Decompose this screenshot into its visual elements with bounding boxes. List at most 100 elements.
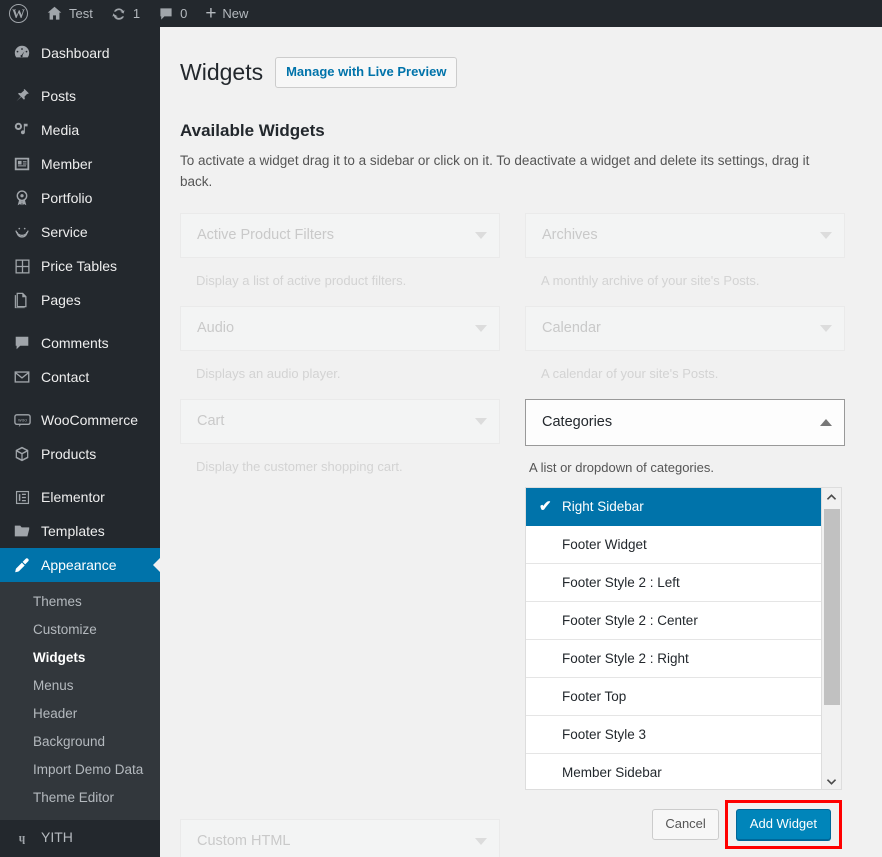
sidebar-item-price-tables[interactable]: Price Tables <box>0 249 160 283</box>
new-content-menu[interactable]: + New <box>196 0 257 27</box>
sidebar-item-comments[interactable]: Comments <box>0 326 160 360</box>
sidebar-item-portfolio[interactable]: Portfolio <box>0 181 160 215</box>
sidebar-item-pages[interactable]: Pages <box>0 283 160 317</box>
sidebar-option-footer-style-2-left[interactable]: Footer Style 2 : Left <box>526 564 822 602</box>
widget-active-product-filters[interactable]: Active Product Filters Display a list of… <box>180 213 500 306</box>
site-name-menu[interactable]: Test <box>37 0 102 27</box>
updates-menu[interactable]: 1 <box>102 0 149 27</box>
menu-spacer <box>0 317 160 326</box>
submenu-item-customize[interactable]: Customize <box>0 616 160 644</box>
widget-cart[interactable]: Cart Display the customer shopping cart. <box>180 399 500 492</box>
widget-header[interactable]: Active Product Filters <box>180 213 500 258</box>
sidebar-item-label: Elementor <box>41 490 105 504</box>
widget-audio[interactable]: Audio Displays an audio player. <box>180 306 500 399</box>
widget-header[interactable]: Calendar <box>525 306 845 351</box>
widget-calendar[interactable]: Calendar A calendar of your site's Posts… <box>525 306 845 399</box>
sidebar-item-label: Member <box>41 157 92 171</box>
widget-header[interactable]: Categories <box>525 399 845 446</box>
sidebar-option-label: Right Sidebar <box>562 500 644 514</box>
sidebar-option-footer-style-2-center[interactable]: Footer Style 2 : Center <box>526 602 822 640</box>
admin-sidebar-menu: Dashboard Posts Media Member Portfolio S… <box>0 27 160 857</box>
widget-description: Display a list of active product filters… <box>180 258 500 306</box>
sidebar-item-templates[interactable]: Templates <box>0 514 160 548</box>
submenu-item-menus[interactable]: Menus <box>0 672 160 700</box>
menu-spacer <box>0 471 160 480</box>
manage-with-live-preview-button[interactable]: Manage with Live Preview <box>275 57 457 88</box>
add-widget-button[interactable]: Add Widget <box>736 809 831 840</box>
submenu-item-theme-editor[interactable]: Theme Editor <box>0 784 160 812</box>
updates-count: 1 <box>133 6 140 21</box>
sidebar-item-label: Service <box>41 225 88 239</box>
scrollbar-thumb[interactable] <box>824 509 840 705</box>
widget-title: Archives <box>542 228 820 243</box>
widget-header[interactable]: Custom HTML <box>180 819 500 857</box>
sidebar-option-footer-style-2-right[interactable]: Footer Style 2 : Right <box>526 640 822 678</box>
widget-title: Categories <box>542 415 820 430</box>
pin-icon <box>12 86 32 106</box>
sidebar-option-footer-widget[interactable]: Footer Widget <box>526 526 822 564</box>
home-icon <box>46 5 63 22</box>
widget-header[interactable]: Audio <box>180 306 500 351</box>
widget-header[interactable]: Cart <box>180 399 500 444</box>
widget-header[interactable]: Archives <box>525 213 845 258</box>
folder-icon <box>12 521 32 541</box>
widget-categories[interactable]: Categories A list or dropdown of categor… <box>525 399 845 849</box>
widget-title: Audio <box>197 321 475 336</box>
sidebar-item-label: Posts <box>41 89 76 103</box>
widget-archives[interactable]: Archives A monthly archive of your site'… <box>525 213 845 306</box>
sidebar-item-label: Price Tables <box>41 259 117 273</box>
sidebar-option-footer-top[interactable]: Footer Top <box>526 678 822 716</box>
widget-title: Cart <box>197 414 475 429</box>
sidebar-select-list[interactable]: ✔ Right Sidebar Footer Widget Footer Sty… <box>525 487 842 790</box>
widget-description: Displays an audio player. <box>180 351 500 399</box>
sidebar-item-appearance[interactable]: Appearance <box>0 548 160 582</box>
sidebar-item-member[interactable]: Member <box>0 147 160 181</box>
wordpress-logo-icon: W <box>9 4 28 23</box>
comments-count: 0 <box>180 6 187 21</box>
sidebar-item-contact[interactable]: Contact <box>0 360 160 394</box>
submenu-item-themes[interactable]: Themes <box>0 588 160 616</box>
submenu-item-header[interactable]: Header <box>0 700 160 728</box>
sidebar-option-footer-style-3[interactable]: Footer Style 3 <box>526 716 822 754</box>
media-icon <box>12 120 32 140</box>
sidebar-item-yith[interactable]: ɥ YITH <box>0 820 160 854</box>
sidebar-item-label: Products <box>41 447 96 461</box>
sidebar-option-member-sidebar[interactable]: Member Sidebar <box>526 754 822 790</box>
wp-logo-menu[interactable]: W <box>0 0 37 27</box>
menu-spacer <box>0 70 160 79</box>
award-icon <box>12 188 32 208</box>
submenu-item-background[interactable]: Background <box>0 728 160 756</box>
sidebar-list-scrollbar[interactable] <box>821 488 841 790</box>
woocommerce-icon: woo <box>12 410 32 430</box>
submenu-item-import-demo-data[interactable]: Import Demo Data <box>0 756 160 784</box>
scroll-down-arrow-icon[interactable] <box>822 772 841 790</box>
cancel-button[interactable]: Cancel <box>652 809 718 840</box>
chevron-down-icon <box>475 232 487 239</box>
sidebar-item-elementor[interactable]: Elementor <box>0 480 160 514</box>
widgets-grid: Active Product Filters Display a list of… <box>180 213 862 713</box>
sidebar-item-label: WooCommerce <box>41 413 138 427</box>
sidebar-item-products[interactable]: Products <box>0 437 160 471</box>
widget-title: Calendar <box>542 321 820 336</box>
widgets-column-right: Archives A monthly archive of your site'… <box>525 213 845 857</box>
sidebar-item-posts[interactable]: Posts <box>0 79 160 113</box>
widget-custom-html[interactable]: Custom HTML Arbitrary HTML code. <box>180 819 500 857</box>
appearance-submenu: Themes Customize Widgets Menus Header Ba… <box>0 582 160 820</box>
sidebar-item-media[interactable]: Media <box>0 113 160 147</box>
dashboard-icon <box>12 43 32 63</box>
smiley-icon <box>12 222 32 242</box>
sidebar-item-service[interactable]: Service <box>0 215 160 249</box>
sidebar-option-right-sidebar[interactable]: ✔ Right Sidebar <box>526 488 822 526</box>
sidebar-item-label: Templates <box>41 524 105 538</box>
chevron-down-icon <box>475 418 487 425</box>
scroll-up-arrow-icon[interactable] <box>822 488 841 507</box>
submenu-item-widgets[interactable]: Widgets <box>0 644 160 672</box>
sidebar-item-label: Appearance <box>41 558 117 572</box>
comments-menu[interactable]: 0 <box>149 0 196 27</box>
widgets-column-left: Active Product Filters Display a list of… <box>180 213 500 857</box>
sidebar-item-dashboard[interactable]: Dashboard <box>0 36 160 70</box>
page-header: Widgets Manage with Live Preview <box>180 49 862 92</box>
sidebar-item-woocommerce[interactable]: woo WooCommerce <box>0 403 160 437</box>
id-card-icon <box>12 154 32 174</box>
sidebar-option-label: Footer Top <box>562 690 626 704</box>
